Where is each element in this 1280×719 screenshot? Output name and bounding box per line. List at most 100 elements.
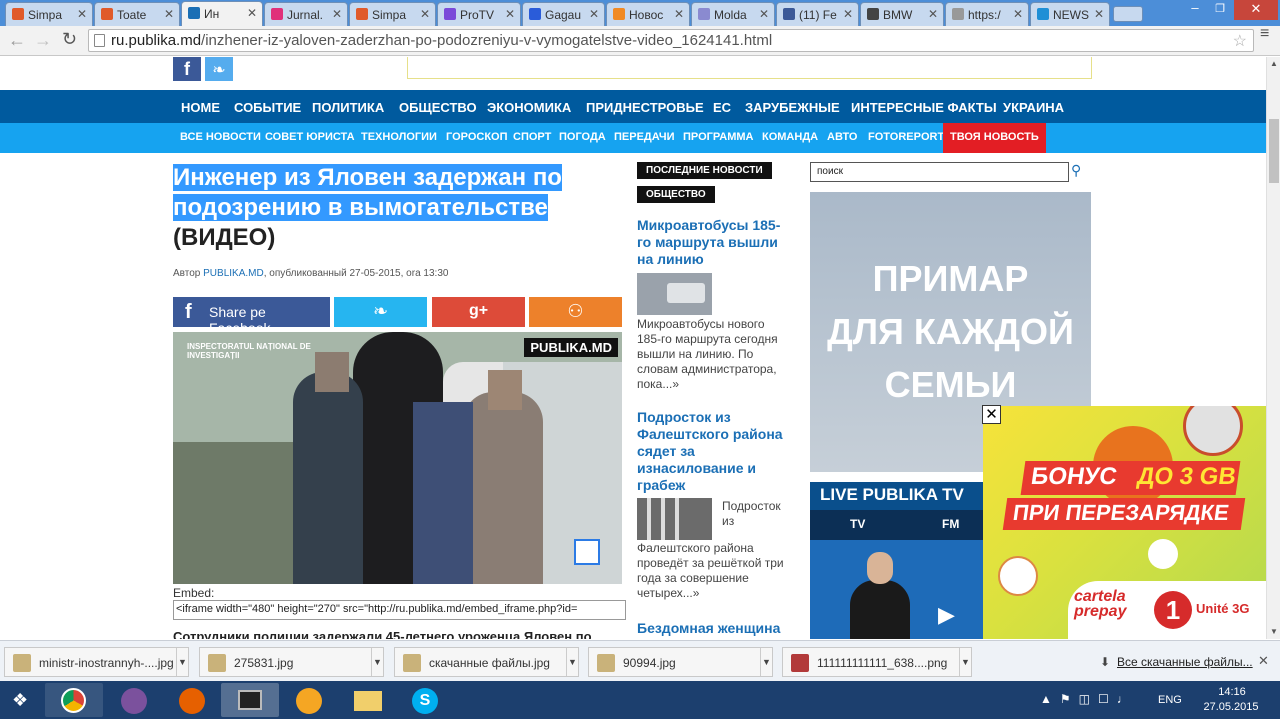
browser-tab[interactable]: BMW ✕ — [860, 2, 944, 26]
reload-icon[interactable]: ↻ — [62, 29, 77, 50]
chrome-taskbar-button[interactable] — [45, 683, 103, 717]
nav-sub-item[interactable]: СПОРТ — [513, 131, 551, 143]
scroll-down-icon[interactable]: ▼ — [1270, 627, 1278, 636]
download-item[interactable]: скачанные файлы.jpg ▼ — [394, 647, 579, 677]
clock-date[interactable]: 27.05.2015 — [1203, 701, 1259, 713]
browser-tab[interactable]: Ин ✕ — [181, 1, 263, 26]
scroll-up-icon[interactable]: ▲ — [1270, 59, 1278, 68]
tab-close-icon[interactable]: ✕ — [164, 7, 174, 21]
nav-sub-item[interactable]: ПРОГРАММА — [683, 131, 753, 143]
nav-main-item[interactable]: ИНТЕРЕСНЫЕ ФАКТЫ — [851, 100, 997, 115]
browser-tab[interactable]: Simpa ✕ — [5, 2, 93, 26]
nav-sub-item[interactable]: КОМАНДА — [762, 131, 818, 143]
minimize-icon[interactable]: – — [1180, 0, 1210, 20]
nav-main-item[interactable]: ЭКОНОМИКА — [487, 100, 571, 115]
tag-latest-news[interactable]: ПОСЛЕДНИЕ НОВОСТИ — [637, 162, 772, 179]
tab-close-icon[interactable]: ✕ — [759, 7, 769, 21]
browser-tab[interactable]: Jurnal. ✕ — [264, 2, 348, 26]
nav-main-item[interactable]: ЗАРУБЕЖНЫЕ — [745, 100, 840, 115]
browser-tab[interactable]: Molda ✕ — [691, 2, 775, 26]
tab-close-icon[interactable]: ✕ — [247, 6, 257, 20]
browser-tab[interactable]: ProTV ✕ — [437, 2, 521, 26]
browser-tab[interactable]: NEWS ✕ — [1030, 2, 1110, 26]
explorer-taskbar-button[interactable] — [338, 683, 396, 717]
nav-main-item[interactable]: СОБЫТИЕ — [234, 100, 301, 115]
restore-icon[interactable]: ❐ — [1207, 0, 1233, 20]
language-indicator[interactable]: ENG — [1158, 694, 1182, 706]
share-facebook-button[interactable]: f Share pe Facebook — [173, 297, 330, 336]
new-tab-button[interactable] — [1113, 6, 1143, 22]
news-2-title[interactable]: Подросток из Фалештского района сядет за… — [637, 409, 787, 494]
download-item[interactable]: 275831.jpg ▼ — [199, 647, 384, 677]
byline-author-link[interactable]: PUBLIKA.MD — [203, 268, 264, 279]
tab-close-icon[interactable]: ✕ — [589, 7, 599, 21]
skype-taskbar-button[interactable]: S — [396, 683, 454, 717]
back-icon[interactable]: ← — [8, 30, 26, 51]
video-player[interactable]: INSPECTORATUL NAȚIONAL DE INVESTIGAȚII P… — [173, 332, 622, 584]
address-bar[interactable]: ru.publika.md/inzhener-iz-yaloven-zaderz… — [88, 29, 1254, 52]
nav-sub-item[interactable]: ГОРОСКОП — [446, 131, 508, 143]
download-item[interactable]: 111111111111_638....png ▼ — [782, 647, 972, 677]
bookmark-star-icon[interactable]: ☆ — [1233, 31, 1247, 51]
tab-close-icon[interactable]: ✕ — [420, 7, 430, 21]
nav-sub-item[interactable]: ПЕРЕДАЧИ — [614, 131, 675, 143]
download-menu-icon[interactable]: ▼ — [959, 648, 971, 676]
viber-taskbar-button[interactable] — [105, 683, 163, 717]
facebook-icon[interactable]: f — [173, 57, 201, 81]
browser-tab[interactable]: Toate ✕ — [94, 2, 180, 26]
media-taskbar-button[interactable] — [280, 683, 338, 717]
tag-society[interactable]: ОБЩЕСТВО — [637, 186, 715, 203]
news-3-title[interactable]: Бездомная женщина — [637, 620, 787, 637]
share-googleplus-button[interactable]: g+ — [432, 297, 525, 327]
tab-close-icon[interactable]: ✕ — [505, 7, 515, 21]
tab-close-icon[interactable]: ✕ — [1094, 7, 1104, 21]
popup-ad[interactable]: БОНУС ДО 3 GB ПРИ ПЕРЕЗАРЯДКЕ cartela pre… — [983, 406, 1266, 639]
browser-tab[interactable]: Gagau ✕ — [522, 2, 605, 26]
live-tab-tv[interactable]: TV — [850, 517, 865, 531]
clock-time[interactable]: 14:16 — [1212, 686, 1252, 698]
nav-sub-item[interactable]: ВСЕ НОВОСТИ — [180, 131, 261, 143]
download-menu-icon[interactable]: ▼ — [371, 648, 383, 676]
nav-sub-item[interactable]: СОВЕТ ЮРИСТА — [265, 131, 355, 143]
tab-close-icon[interactable]: ✕ — [1013, 7, 1023, 21]
page-scrollbar[interactable]: ▲ ▼ — [1266, 57, 1280, 639]
nav-sub-item[interactable]: FOTOREPORT — [868, 131, 944, 143]
tab-close-icon[interactable]: ✕ — [332, 7, 342, 21]
forward-icon[interactable]: → — [34, 30, 52, 51]
nav-sub-item[interactable]: ПОГОДА — [559, 131, 606, 143]
play-icon[interactable]: ▶ — [938, 602, 955, 628]
firefox-taskbar-button[interactable] — [163, 683, 221, 717]
tab-close-icon[interactable]: ✕ — [77, 7, 87, 21]
nav-main-item[interactable]: ПОЛИТИКА — [312, 100, 384, 115]
nav-sub-item[interactable]: ТВОЯ НОВОСТЬ — [943, 123, 1046, 153]
download-item[interactable]: ministr-inostrannyh-....jpg ▼ — [4, 647, 189, 677]
search-input[interactable]: поиск — [810, 162, 1069, 182]
menu-icon[interactable]: ≡ — [1260, 26, 1269, 42]
browser-tab[interactable]: https:/ ✕ — [945, 2, 1029, 26]
windows-start-icon[interactable]: ❖ — [12, 690, 34, 710]
nav-main-item[interactable]: ОБЩЕСТВО — [399, 100, 477, 115]
live-tab-fm[interactable]: FM — [942, 517, 959, 531]
search-icon[interactable]: ⚲ — [1071, 162, 1089, 182]
browser-tab[interactable]: Simpa ✕ — [349, 2, 436, 26]
download-menu-icon[interactable]: ▼ — [760, 648, 772, 676]
news-1-thumbnail[interactable] — [637, 273, 712, 315]
tab-close-icon[interactable]: ✕ — [928, 7, 938, 21]
news-2-thumbnail[interactable] — [637, 498, 712, 540]
share-odnoklassniki-button[interactable]: ⚇ — [529, 297, 622, 327]
tab-close-icon[interactable]: ✕ — [843, 7, 853, 21]
camera-app-taskbar-button[interactable] — [221, 683, 279, 717]
twitter-icon[interactable]: ❧ — [205, 57, 233, 81]
nav-main-item[interactable]: ПРИДНЕСТРОВЬЕ — [586, 100, 704, 115]
fullscreen-icon[interactable] — [574, 539, 600, 565]
popup-close-icon[interactable]: ✕ — [982, 405, 1001, 424]
tab-close-icon[interactable]: ✕ — [674, 7, 684, 21]
nav-main-item[interactable]: HOME — [181, 100, 220, 115]
download-menu-icon[interactable]: ▼ — [566, 648, 578, 676]
scrollbar-thumb[interactable] — [1269, 119, 1279, 183]
close-window-icon[interactable]: ✕ — [1234, 0, 1278, 20]
nav-main-item[interactable]: ЕС — [713, 100, 731, 115]
nav-sub-item[interactable]: АВТО — [827, 131, 857, 143]
download-item[interactable]: 90994.jpg ▼ — [588, 647, 773, 677]
nav-sub-item[interactable]: ТЕХНОЛОГИИ — [361, 131, 437, 143]
